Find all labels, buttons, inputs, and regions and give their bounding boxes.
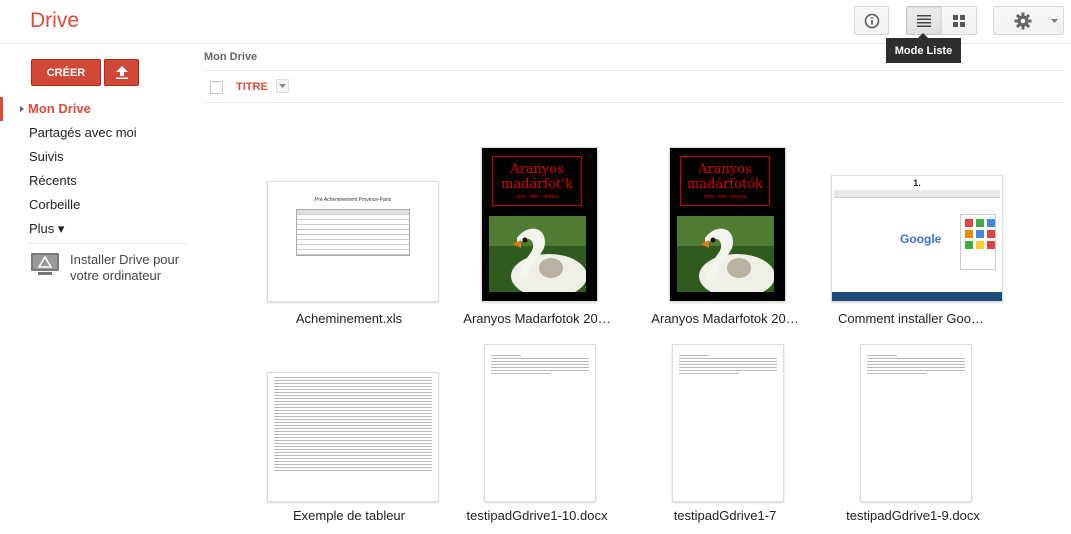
- file-name[interactable]: testipadGdrive1-10.docx: [457, 508, 617, 523]
- sort-options-button[interactable]: [276, 79, 289, 93]
- sidebar-item-label: Récents: [29, 173, 77, 188]
- poster-title-1: Aranyos: [698, 162, 752, 177]
- swan-photo: [489, 216, 586, 292]
- list-view-button[interactable]: [906, 6, 942, 35]
- poster-title-2: madárfot'k: [501, 177, 573, 192]
- sidebar-nav: Mon Drive Partagés avec moi Suivis Récen…: [0, 97, 200, 241]
- upload-button[interactable]: [104, 59, 139, 86]
- spreadsheet-preview: [268, 373, 438, 471]
- install-drive-link[interactable]: Installer Drive pour votre ordinateur: [30, 252, 200, 284]
- file-thumbnail[interactable]: Aranyos madárfot'k szöv · fotó · photos: [481, 147, 598, 302]
- file-name[interactable]: Aranyos Madarfotok 20…: [457, 311, 617, 326]
- breadcrumb[interactable]: Mon Drive: [204, 51, 257, 63]
- details-button[interactable]: [854, 6, 889, 35]
- sidebar-item-label: Mon Drive: [28, 101, 91, 116]
- install-line-1: Installer Drive pour: [70, 252, 180, 267]
- install-line-2: votre ordinateur: [70, 268, 162, 283]
- settings-button[interactable]: [993, 6, 1064, 35]
- sidebar-item-label: Suivis: [29, 149, 64, 164]
- sidebar-item-more[interactable]: Plus ▾: [0, 217, 200, 241]
- app-logo[interactable]: Drive: [30, 9, 79, 33]
- taskbar-preview: [832, 292, 1002, 301]
- poster-title-2: madárfotók: [687, 177, 763, 192]
- info-icon: [864, 13, 879, 28]
- select-all-checkbox[interactable]: [210, 81, 223, 94]
- upload-icon: [115, 66, 128, 79]
- view-tooltip: Mode Liste: [886, 33, 961, 63]
- xls-heading: Pré Acheminement Province-Paris: [314, 197, 392, 203]
- divider: [202, 102, 1064, 103]
- file-name[interactable]: testipadGdrive1-9.docx: [833, 508, 993, 523]
- chevron-down-icon: [279, 84, 286, 88]
- browser-toolbar-preview: [834, 190, 1000, 198]
- sidebar-item-starred[interactable]: Suivis: [0, 145, 200, 169]
- sidebar-item-label: Corbeille: [29, 197, 81, 212]
- file-name[interactable]: Aranyos Madarfotok 20…: [645, 311, 805, 326]
- google-logo-text: Google: [900, 232, 942, 246]
- file-thumbnail[interactable]: Aranyos madárfotók szöv · fotó · photos: [669, 147, 786, 302]
- file-name[interactable]: Exemple de tableur: [269, 508, 429, 523]
- file-thumbnail[interactable]: [672, 344, 784, 502]
- spreadsheet-preview: [296, 209, 410, 256]
- file-thumbnail[interactable]: [267, 372, 439, 502]
- file-thumbnail[interactable]: Pré Acheminement Province-Paris: [267, 181, 439, 302]
- poster-subtitle: szöv · fotó · photos: [515, 194, 559, 200]
- caret-right-icon: [20, 106, 24, 112]
- file-thumbnail[interactable]: 1. Google: [831, 175, 1003, 302]
- sort-title-header[interactable]: TITRE: [236, 81, 268, 93]
- sidebar-item-trash[interactable]: Corbeille: [0, 193, 200, 217]
- document-preview: [673, 345, 783, 374]
- install-drive-text: Installer Drive pour votre ordinateur: [70, 252, 179, 284]
- apps-panel-preview: [960, 214, 996, 270]
- poster-subtitle: szöv · fotó · photos: [703, 194, 747, 200]
- file-thumbnail[interactable]: [484, 344, 596, 502]
- poster-title-frame: Aranyos madárfotók szöv · fotó · photos: [680, 156, 770, 206]
- file-name[interactable]: testipadGdrive1-7: [645, 508, 805, 523]
- document-preview: [861, 345, 971, 374]
- file-thumbnail[interactable]: [860, 344, 972, 502]
- create-button[interactable]: CRÉER: [31, 59, 101, 86]
- poster-title-frame: Aranyos madárfot'k szöv · fotó · photos: [492, 156, 582, 206]
- file-name[interactable]: Comment installer Goo…: [830, 311, 992, 326]
- sidebar-item-label: Partagés avec moi: [29, 125, 137, 140]
- computer-drive-icon: [31, 253, 59, 275]
- gear-icon: [1014, 12, 1032, 29]
- list-view-icon: [917, 14, 931, 27]
- poster-title-1: Aranyos: [510, 162, 564, 177]
- sidebar-divider: [28, 243, 186, 244]
- google-logo-preview: Google: [900, 232, 941, 246]
- sidebar-item-recent[interactable]: Récents: [0, 169, 200, 193]
- file-name[interactable]: Acheminement.xls: [269, 311, 429, 326]
- grid-view-icon: [953, 14, 965, 27]
- screenshot-step-number: 1.: [913, 178, 921, 188]
- chevron-down-icon: [1051, 18, 1058, 23]
- document-preview: [485, 345, 595, 374]
- swan-photo: [677, 216, 774, 292]
- sidebar-item-label: Plus ▾: [29, 221, 65, 236]
- grid-view-button[interactable]: [941, 6, 977, 35]
- sidebar-item-my-drive[interactable]: Mon Drive: [0, 97, 200, 121]
- divider: [202, 70, 1064, 71]
- sidebar-item-shared-with-me[interactable]: Partagés avec moi: [0, 121, 200, 145]
